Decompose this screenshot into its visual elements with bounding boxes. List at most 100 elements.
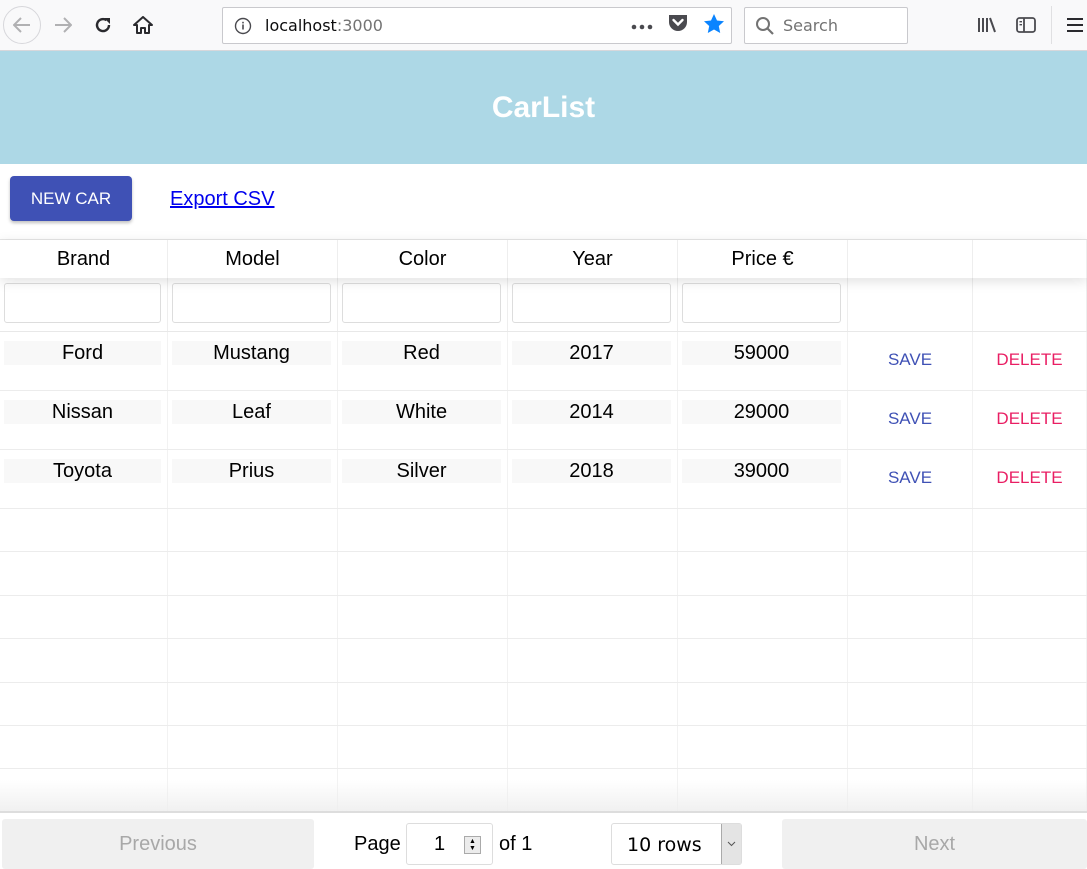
menu-button[interactable] — [1060, 10, 1087, 40]
empty-cell — [338, 639, 508, 682]
save-button[interactable]: SAVE — [848, 409, 972, 429]
empty-cell — [848, 769, 973, 812]
browser-toolbar: localhost:3000 Search — [0, 0, 1087, 51]
column-header-price[interactable]: Price € — [678, 240, 848, 278]
empty-cell — [338, 595, 508, 639]
page-total-label: of 1 — [499, 833, 533, 855]
empty-cell — [0, 682, 168, 725]
empty-cell — [168, 639, 338, 682]
empty-cell — [508, 639, 678, 682]
save-button[interactable]: SAVE — [848, 350, 972, 370]
model-filter-input[interactable] — [172, 283, 331, 323]
brand-cell[interactable]: Ford — [4, 341, 161, 365]
column-header-model[interactable]: Model — [168, 240, 338, 278]
star-icon[interactable] — [703, 13, 725, 39]
empty-rows — [0, 509, 1087, 813]
empty-cell — [508, 509, 678, 552]
empty-cell — [168, 682, 338, 725]
sidebar-button[interactable] — [1011, 10, 1041, 40]
column-header-brand[interactable]: Brand — [0, 240, 168, 278]
home-button[interactable] — [124, 6, 162, 44]
empty-table-row — [0, 725, 1087, 770]
export-csv-link[interactable]: Export CSV — [170, 188, 274, 211]
next-button[interactable]: Next — [782, 819, 1087, 869]
empty-cell — [168, 769, 338, 812]
column-header-save — [848, 240, 973, 278]
spinner-up-icon[interactable]: ▲ — [469, 838, 476, 845]
library-icon — [978, 17, 996, 33]
page-number-input[interactable]: 1 ▲ ▼ — [406, 823, 493, 865]
chevron-down-icon[interactable] — [721, 824, 741, 864]
arrow-right-icon — [55, 17, 72, 33]
empty-cell — [338, 725, 508, 769]
price-filter-input[interactable] — [682, 283, 841, 323]
column-header-color[interactable]: Color — [338, 240, 508, 278]
empty-cell — [678, 509, 848, 552]
empty-table-row — [0, 639, 1087, 683]
empty-cell — [508, 725, 678, 769]
empty-table-row — [0, 769, 1087, 813]
home-icon — [133, 16, 153, 34]
delete-button[interactable]: DELETE — [973, 350, 1086, 370]
url-host: localhost — [265, 16, 337, 35]
reload-button[interactable] — [84, 6, 122, 44]
color-cell[interactable]: Red — [342, 341, 501, 365]
empty-cell — [848, 725, 973, 769]
empty-cell — [848, 552, 973, 595]
price-cell[interactable]: 29000 — [682, 400, 841, 424]
search-bar[interactable]: Search — [744, 7, 908, 44]
empty-cell — [678, 682, 848, 725]
page-spinner[interactable]: ▲ ▼ — [464, 836, 481, 854]
empty-cell — [0, 552, 168, 595]
color-cell[interactable]: Silver — [342, 459, 501, 483]
empty-cell — [848, 682, 973, 725]
sidebar-icon — [1016, 17, 1036, 33]
url-bar[interactable]: localhost:3000 — [222, 7, 732, 44]
rows-per-page-value: 10 rows — [627, 834, 702, 856]
back-button[interactable] — [3, 6, 41, 44]
page-title: CarList — [491, 90, 596, 124]
empty-cell — [508, 769, 678, 812]
delete-button[interactable]: DELETE — [973, 409, 1086, 429]
brand-filter-input[interactable] — [4, 283, 161, 323]
pocket-icon[interactable] — [667, 13, 689, 38]
year-cell[interactable]: 2017 — [512, 341, 671, 365]
color-cell[interactable]: White — [342, 400, 501, 424]
empty-cell — [508, 552, 678, 595]
year-cell[interactable]: 2014 — [512, 400, 671, 424]
delete-button[interactable]: DELETE — [973, 468, 1086, 488]
price-cell[interactable]: 59000 — [682, 341, 841, 365]
table-row: Nissan Leaf White 2014 29000 SAVE DELETE — [0, 391, 1087, 450]
model-cell[interactable]: Prius — [172, 459, 331, 483]
toolbar-divider — [1051, 6, 1052, 44]
empty-cell — [973, 552, 1087, 595]
price-cell[interactable]: 39000 — [682, 459, 841, 483]
empty-cell — [678, 595, 848, 639]
table-header: Brand Model Color Year Price € — [0, 240, 1087, 278]
spinner-down-icon[interactable]: ▼ — [469, 845, 476, 852]
info-icon[interactable] — [233, 16, 253, 36]
column-header-year[interactable]: Year — [508, 240, 678, 278]
rows-per-page-select[interactable]: 10 rows — [611, 823, 742, 865]
filter-cell-empty — [848, 278, 973, 331]
model-cell[interactable]: Mustang — [172, 341, 331, 365]
previous-button[interactable]: Previous — [2, 819, 314, 869]
empty-cell — [973, 639, 1087, 682]
model-cell[interactable]: Leaf — [172, 400, 331, 424]
save-button[interactable]: SAVE — [848, 468, 972, 488]
more-dots-icon[interactable] — [631, 17, 653, 35]
library-button[interactable] — [972, 10, 1002, 40]
brand-cell[interactable]: Toyota — [4, 459, 161, 483]
url-text[interactable]: localhost:3000 — [265, 16, 383, 35]
new-car-button[interactable]: NEW CAR — [10, 176, 132, 221]
year-cell[interactable]: 2018 — [512, 459, 671, 483]
color-filter-input[interactable] — [342, 283, 501, 323]
empty-table-row — [0, 509, 1087, 553]
empty-cell — [848, 639, 973, 682]
year-filter-input[interactable] — [512, 283, 671, 323]
empty-cell — [168, 595, 338, 639]
table-row: Toyota Prius Silver 2018 39000 SAVE DELE… — [0, 450, 1087, 509]
empty-cell — [973, 769, 1087, 812]
forward-button[interactable] — [44, 6, 82, 44]
brand-cell[interactable]: Nissan — [4, 400, 161, 424]
